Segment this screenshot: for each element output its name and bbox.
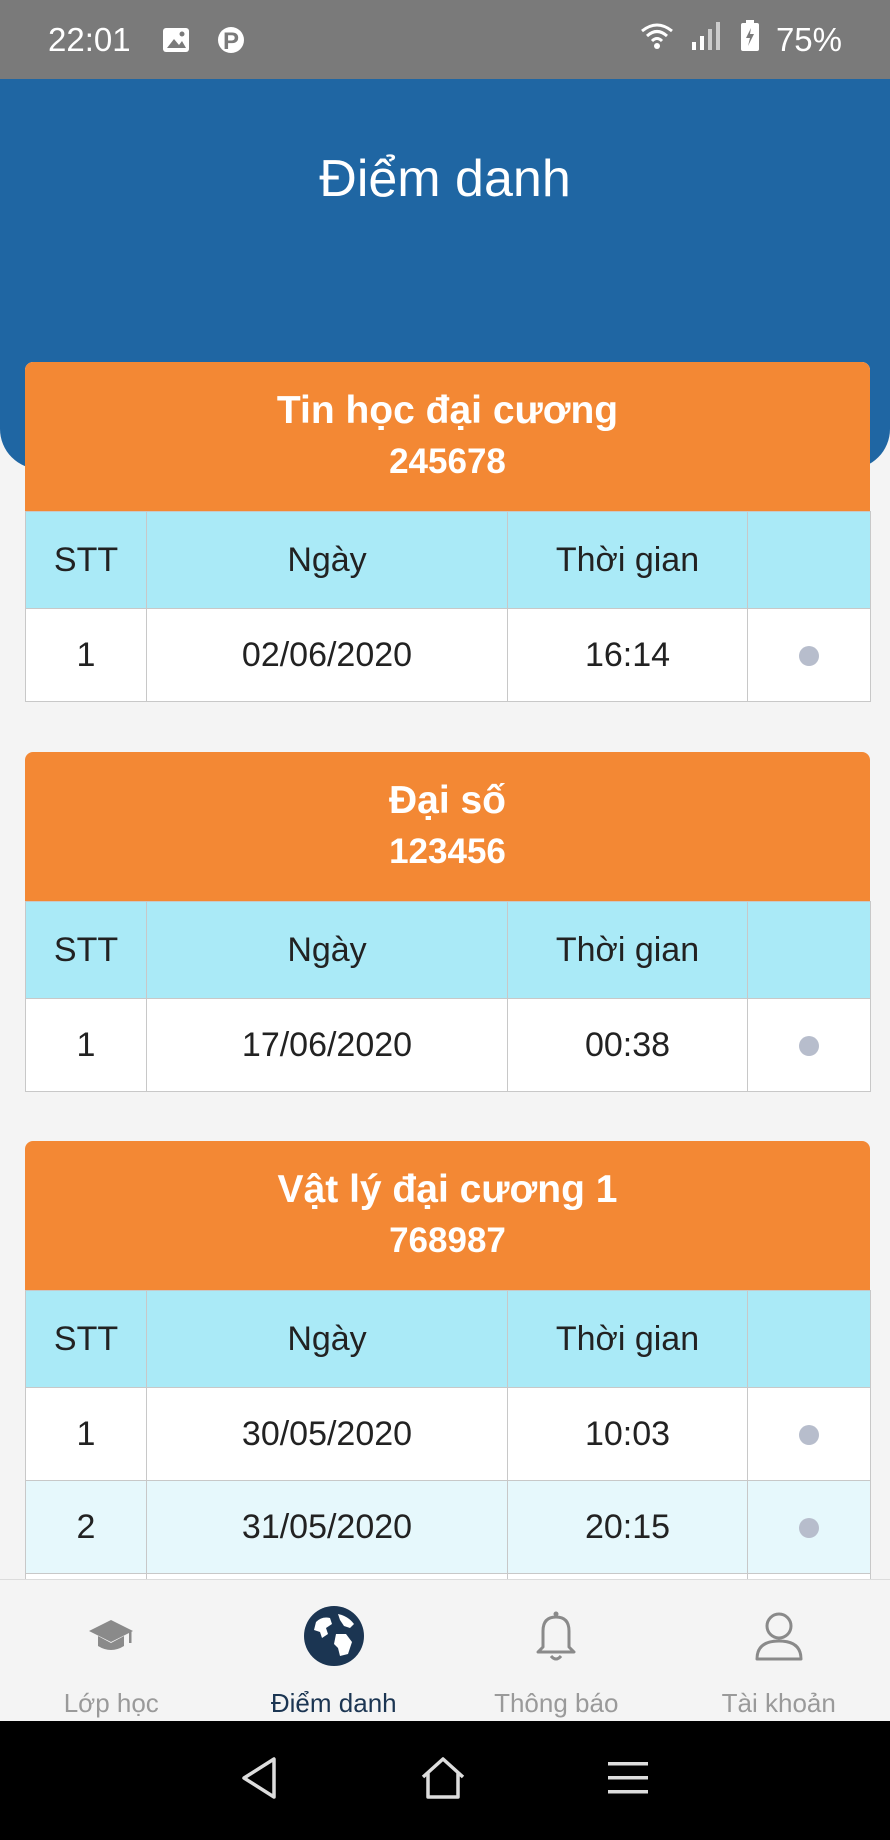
status-dot-icon bbox=[799, 1517, 819, 1538]
tab-diem-danh[interactable]: Điểm danh bbox=[223, 1580, 446, 1721]
course-header: Tin học đại cương 245678 bbox=[25, 362, 870, 511]
cell-time: 00:38 bbox=[507, 998, 748, 1092]
table-row[interactable]: 1 02/06/2020 16:14 bbox=[25, 608, 871, 702]
tab-thong-bao[interactable]: Thông báo bbox=[445, 1580, 668, 1721]
status-dot-icon bbox=[799, 1424, 819, 1445]
column-header-stt: STT bbox=[25, 901, 147, 999]
image-icon bbox=[161, 25, 191, 55]
column-header-stt: STT bbox=[25, 1290, 147, 1388]
battery-level: 75% bbox=[775, 20, 842, 58]
svg-text:P: P bbox=[223, 28, 239, 55]
bell-icon bbox=[533, 1604, 579, 1668]
table-header-row: STT Ngày Thời gian bbox=[25, 901, 871, 999]
course-name: Vật lý đại cương 1 bbox=[277, 1168, 618, 1211]
cell-status bbox=[747, 1480, 871, 1574]
course-name: Đại số bbox=[388, 779, 507, 822]
column-header-status bbox=[747, 511, 871, 609]
course-card: Vật lý đại cương 1 768987 STT Ngày Thời … bbox=[25, 1141, 871, 1579]
cell-time: 20:15 bbox=[507, 1480, 748, 1574]
tab-lop-hoc[interactable]: Lớp học bbox=[0, 1580, 223, 1721]
bottom-tab-bar: Lớp học Điểm danh Thông báo Tài khoản bbox=[0, 1579, 890, 1721]
status-bar: 22:01 P 75% bbox=[0, 0, 890, 79]
cell-date: 02/06/2020 bbox=[146, 608, 508, 702]
graduation-cap-icon bbox=[87, 1604, 135, 1668]
back-icon[interactable] bbox=[240, 1755, 280, 1806]
cell-stt: 1 bbox=[25, 608, 147, 702]
cell-date: 17/06/2020 bbox=[146, 998, 508, 1092]
tab-label: Thông báo bbox=[494, 1688, 619, 1718]
column-header-status bbox=[747, 901, 871, 999]
cell-stt: 2 bbox=[25, 1480, 147, 1574]
tab-label: Lớp học bbox=[63, 1688, 159, 1718]
course-code: 768987 bbox=[389, 1221, 506, 1260]
menu-icon[interactable] bbox=[606, 1758, 650, 1803]
user-icon bbox=[754, 1604, 804, 1668]
attendance-table: STT Ngày Thời gian 1 02/06/2020 16:14 bbox=[25, 511, 871, 702]
status-dot-icon bbox=[799, 645, 819, 666]
course-code: 245678 bbox=[389, 442, 506, 481]
course-code: 123456 bbox=[389, 832, 506, 871]
globe-icon bbox=[302, 1604, 366, 1668]
parking-icon: P bbox=[217, 24, 245, 56]
cell-time: 16:14 bbox=[507, 608, 748, 702]
column-header-status bbox=[747, 1290, 871, 1388]
cell-status bbox=[747, 998, 871, 1092]
course-header: Vật lý đại cương 1 768987 bbox=[25, 1141, 870, 1290]
cell-stt: 1 bbox=[25, 1387, 147, 1481]
table-row[interactable]: 1 30/05/2020 10:03 bbox=[25, 1387, 871, 1481]
course-name: Tin học đại cương bbox=[276, 389, 619, 432]
column-header-stt: STT bbox=[25, 511, 147, 609]
tab-label: Điểm danh bbox=[270, 1688, 397, 1718]
attendance-table: STT Ngày Thời gian 1 17/06/2020 00:38 bbox=[25, 901, 871, 1092]
attendance-list[interactable]: Tin học đại cương 245678 STT Ngày Thời g… bbox=[0, 79, 890, 1579]
wifi-icon bbox=[640, 21, 674, 59]
status-dot-icon bbox=[799, 1035, 819, 1056]
column-header-date: Ngày bbox=[146, 511, 508, 609]
attendance-table: STT Ngày Thời gian 1 30/05/2020 10:03 2 … bbox=[25, 1290, 871, 1579]
cell-date: 31/05/2020 bbox=[146, 1480, 508, 1574]
column-header-time: Thời gian bbox=[507, 511, 748, 609]
table-header-row: STT Ngày Thời gian bbox=[25, 1290, 871, 1388]
cell-stt: 1 bbox=[25, 998, 147, 1092]
column-header-time: Thời gian bbox=[507, 1290, 748, 1388]
table-row[interactable]: 1 17/06/2020 00:38 bbox=[25, 998, 871, 1092]
course-header: Đại số 123456 bbox=[25, 752, 870, 901]
cell-time: 10:03 bbox=[507, 1387, 748, 1481]
cell-status bbox=[747, 608, 871, 702]
column-header-time: Thời gian bbox=[507, 901, 748, 999]
system-nav-bar bbox=[0, 1721, 890, 1840]
status-time: 22:01 bbox=[48, 20, 131, 58]
course-card: Đại số 123456 STT Ngày Thời gian 1 17/06… bbox=[25, 752, 871, 1092]
column-header-date: Ngày bbox=[146, 1290, 508, 1388]
column-header-date: Ngày bbox=[146, 901, 508, 999]
battery-icon bbox=[740, 19, 760, 60]
home-icon[interactable] bbox=[419, 1755, 467, 1806]
cell-status bbox=[747, 1387, 871, 1481]
table-row[interactable]: 2 31/05/2020 20:15 bbox=[25, 1480, 871, 1574]
cell-date: 30/05/2020 bbox=[146, 1387, 508, 1481]
tab-label: Tài khoản bbox=[721, 1688, 836, 1718]
course-card: Tin học đại cương 245678 STT Ngày Thời g… bbox=[25, 362, 871, 702]
tab-tai-khoan[interactable]: Tài khoản bbox=[668, 1580, 890, 1721]
signal-icon bbox=[690, 20, 724, 60]
table-header-row: STT Ngày Thời gian bbox=[25, 511, 871, 609]
